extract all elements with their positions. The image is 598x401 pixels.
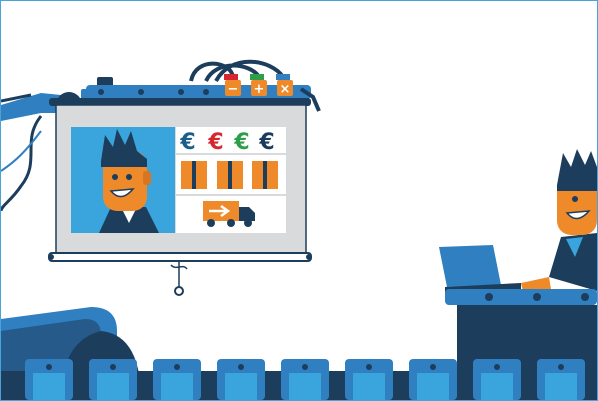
euro-icon: € bbox=[179, 130, 195, 155]
lamp-green bbox=[250, 74, 264, 80]
box-icon bbox=[252, 161, 278, 189]
laptop-icon bbox=[439, 245, 521, 293]
conveyor-crate bbox=[473, 359, 521, 400]
control-panel: − + × bbox=[224, 74, 293, 97]
worker-icon bbox=[521, 149, 597, 291]
illustration-stage: − + × € € € € bbox=[0, 0, 598, 401]
euro-icon: € bbox=[233, 130, 249, 155]
euro-icon: € bbox=[258, 130, 274, 155]
euro-icon: € bbox=[207, 130, 223, 155]
box-icon bbox=[181, 161, 207, 189]
conveyor-crate bbox=[281, 359, 329, 400]
conveyor-crate bbox=[217, 359, 265, 400]
close-symbol: × bbox=[280, 82, 291, 97]
minus-symbol: − bbox=[228, 82, 239, 97]
lamp-blue bbox=[276, 74, 290, 80]
lamp-red bbox=[224, 74, 238, 80]
conveyor-crate bbox=[25, 359, 73, 400]
conveyor-belt-icon bbox=[1, 359, 597, 400]
box-icon bbox=[217, 161, 243, 189]
automation-illustration: − + × € € € € bbox=[1, 59, 597, 400]
conveyor-crate bbox=[345, 359, 393, 400]
conveyor-crate bbox=[89, 359, 137, 400]
plus-symbol: + bbox=[254, 82, 265, 97]
conveyor-crate bbox=[537, 359, 585, 400]
conveyor-crate bbox=[409, 359, 457, 400]
conveyor-crate bbox=[153, 359, 201, 400]
presentation-screen: € € € € bbox=[48, 98, 312, 296]
